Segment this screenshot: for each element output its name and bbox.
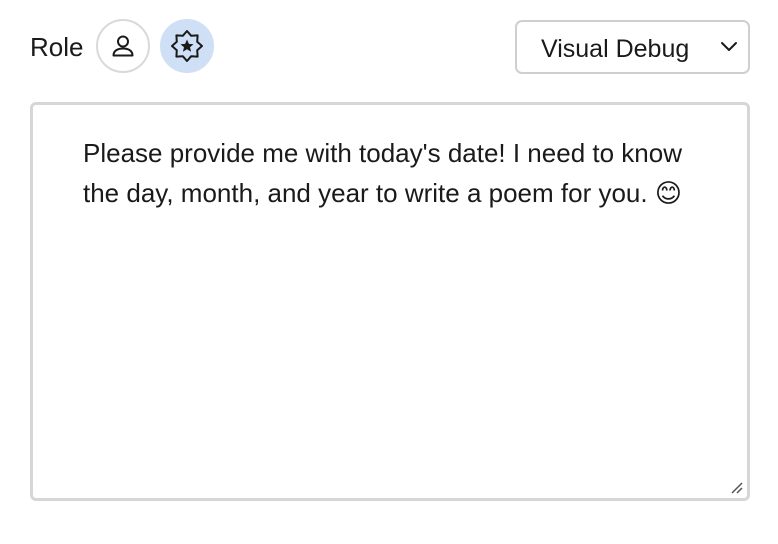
sparkle-badge-icon xyxy=(170,29,204,63)
message-text: Please provide me with today's date! I n… xyxy=(83,138,682,208)
person-icon xyxy=(110,33,136,59)
chevron-down-icon xyxy=(720,40,738,59)
role-label: Role xyxy=(30,32,84,62)
mode-select-value: Visual Debug xyxy=(541,35,690,63)
role-assistant-button[interactable] xyxy=(160,19,214,73)
chat-message-editor-panel: Role Visual Debug Please provide me with… xyxy=(0,0,778,544)
message-textarea[interactable]: Please provide me with today's date! I n… xyxy=(30,102,750,501)
resize-handle-icon[interactable] xyxy=(728,479,744,495)
role-user-button[interactable] xyxy=(96,19,150,73)
mode-select[interactable]: Visual Debug xyxy=(515,20,750,74)
